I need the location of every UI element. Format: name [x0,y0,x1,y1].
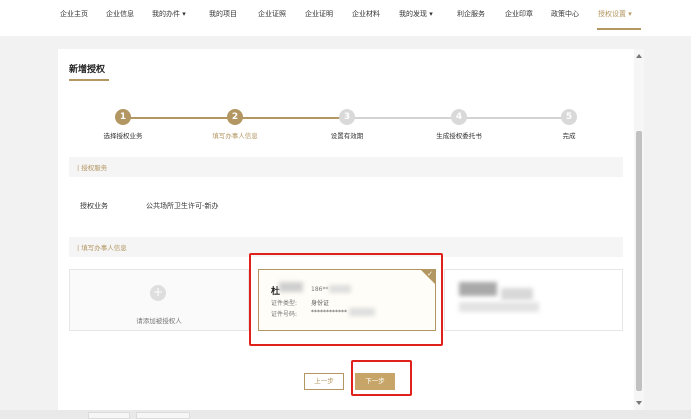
nav-item-label: 我的发现 [399,10,427,18]
step-3-label: 设置有效期 [330,132,364,140]
section-title: | 授权服务 [77,164,108,172]
section-title: | 填写办事人信息 [77,244,127,252]
page-title: 新增授权 [69,65,106,75]
nav-item-enterprise-info[interactable]: 企业信息 [106,9,134,19]
step-5-circle: 5 [561,109,577,125]
step-4-label: 生成授权委托书 [436,132,482,140]
step-connector-3 [353,117,454,119]
scroll-up-icon[interactable] [636,54,642,58]
nav-item-my-discoveries[interactable]: 我的发现 ▾ [399,9,433,19]
step-connector-2 [241,117,342,119]
nav-item-enterprise-seals[interactable]: 企业印章 [505,9,533,19]
redacted-block [501,288,533,300]
service-section-header: | 授权服务 [69,157,623,177]
step-3-circle: 3 [339,109,355,125]
agent-card-redacted[interactable] [444,269,623,331]
step-1-circle: 1 [115,109,131,125]
chevron-down-icon: ▾ [182,10,186,18]
step-2-circle: 2 [227,109,243,125]
chevron-down-icon: ▾ [628,10,632,18]
redacted-block [459,302,539,312]
highlight-selected-agent [249,253,443,346]
footer-element [136,412,190,419]
nav-item-enterprise-materials[interactable]: 企业材料 [352,9,380,19]
nav-item-policy-center[interactable]: 政策中心 [551,9,579,19]
footer-element [88,412,130,419]
nav-item-enterprise-certificates[interactable]: 企业证明 [305,9,333,19]
add-agent-card[interactable]: + 请添加被授权人 [69,269,249,331]
step-connector-4 [465,117,566,119]
nav-item-label: 我的办件 [152,10,180,18]
nav-item-label: 授权设置 [598,10,626,18]
nav-active-underline [597,28,641,30]
nav-item-business-services[interactable]: 利企服务 [457,9,485,19]
nav-item-enterprise-home[interactable]: 企业主页 [60,9,88,19]
redacted-block [459,282,497,296]
step-4-circle: 4 [451,109,467,125]
service-value: 公共场所卫生许可-新办 [146,202,219,210]
previous-step-button[interactable]: 上一步 [304,373,344,390]
add-agent-label: 请添加被授权人 [136,317,182,325]
vertical-scrollbar[interactable] [634,49,644,410]
nav-item-my-projects[interactable]: 我的项目 [209,9,237,19]
plus-icon: + [150,285,166,301]
title-underline [69,79,109,81]
step-2-label: 填写办事人信息 [212,132,258,140]
highlight-next-button [351,360,412,396]
nav-item-enterprise-licenses[interactable]: 企业证照 [258,9,286,19]
nav-item-my-cases[interactable]: 我的办件 ▾ [152,9,186,19]
step-1-label: 选择授权业务 [103,132,143,140]
top-navigation: 企业主页 企业信息 我的办件 ▾ 我的项目 企业证照 企业证明 企业材料 我的发… [0,0,691,36]
chevron-down-icon: ▾ [429,10,433,18]
scroll-thumb[interactable] [636,131,642,391]
scroll-down-icon[interactable] [636,401,642,405]
authorization-card: 新增授权 1 2 3 4 5 选择授权业务 填写办事人信息 设置有效期 生成授权… [58,49,634,410]
nav-item-authorization-settings[interactable]: 授权设置 ▾ [598,9,632,19]
service-label: 授权业务 [80,202,108,210]
step-connector-1 [125,117,235,119]
step-5-label: 完成 [562,132,576,140]
